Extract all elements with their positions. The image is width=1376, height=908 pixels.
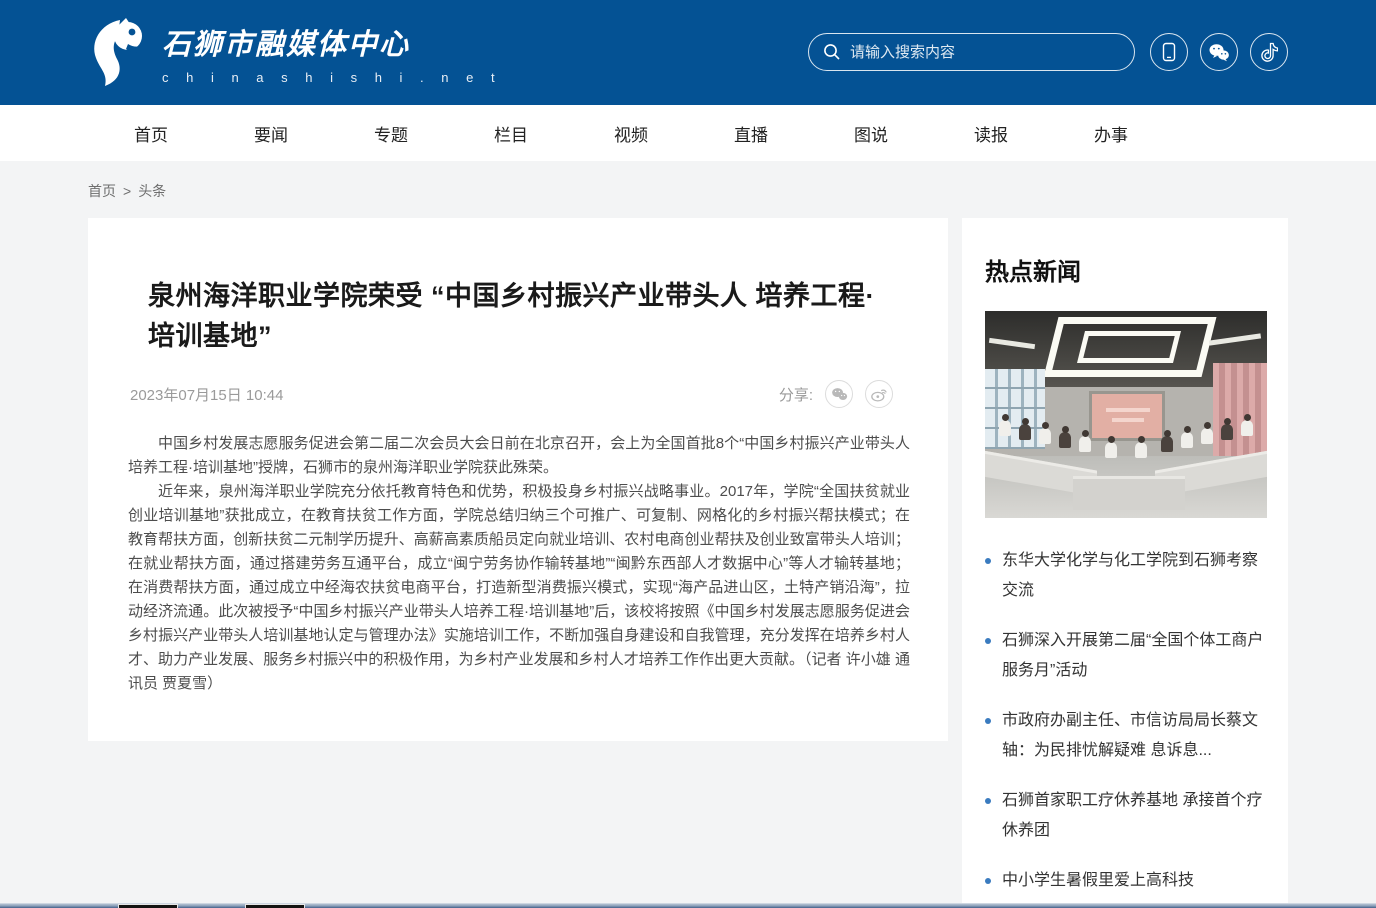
share-label: 分享:: [778, 386, 813, 404]
share-weibo-icon: [870, 387, 888, 402]
hot-news-item[interactable]: 石狮首家职工疗休养基地 承接首个疗休养团: [985, 786, 1270, 846]
search-input[interactable]: [850, 43, 1120, 61]
breadcrumb-current[interactable]: 头条: [138, 181, 166, 201]
nav-item-columns[interactable]: 栏目: [494, 121, 528, 146]
hot-news-title: 热点新闻: [985, 259, 1081, 286]
nav-item-live[interactable]: 直播: [734, 121, 768, 146]
hot-news-item-text: 市政府办副主任、市信访局局长蔡文轴：为民排忧解疑难 息诉息...: [1002, 712, 1259, 759]
nav-item-pictures[interactable]: 图说: [854, 121, 888, 146]
bullet-icon: [985, 718, 991, 724]
nav-item-services[interactable]: 办事: [1094, 121, 1128, 146]
bullet-icon: [985, 558, 991, 564]
footer-thumbnail: [245, 904, 305, 908]
breadcrumb: 首页 > 头条: [88, 161, 1288, 201]
article-paragraph: 近年来，泉州海洋职业学院充分依托教育特色和优势，积极投身乡村振兴战略事业。201…: [128, 483, 910, 692]
wechat-icon: [1208, 43, 1230, 62]
wechat-button[interactable]: [1200, 33, 1238, 71]
share-bar: 分享:: [779, 380, 893, 408]
site-logo[interactable]: 石狮市融媒体中心 c h i n a s h i s h i . n e t: [88, 16, 502, 90]
footer-thumbnail: [118, 904, 178, 908]
article-title: 泉州海洋职业学院荣受 “中国乡村振兴产业带头人 培养工程·培训基地”: [148, 281, 875, 351]
hot-news-photo[interactable]: [985, 311, 1267, 518]
article-card: 泉州海洋职业学院荣受 “中国乡村振兴产业带头人 培养工程·培训基地” 2023年…: [88, 218, 948, 741]
nav-item-special[interactable]: 专题: [374, 121, 408, 146]
hot-news-list: 东华大学化学与化工学院到石狮考察交流 石狮深入开展第二届“全国个体工商户服务月”…: [985, 546, 1270, 896]
main-nav: 首页 要闻 专题 栏目 视频 直播 图说 读报 办事: [0, 105, 1376, 161]
breadcrumb-separator: >: [123, 183, 132, 199]
article-date: 2023年07月15日 10:44: [130, 386, 284, 404]
photo-curtain: [1213, 363, 1267, 463]
lion-logo-icon: [88, 16, 150, 90]
search-icon: [823, 43, 841, 61]
share-weibo-button[interactable]: [865, 380, 893, 408]
article-paragraph: 中国乡村发展志愿服务促进会第二届二次会员大会日前在北京召开，会上为全国首批8个“…: [128, 435, 910, 476]
hot-news-item[interactable]: 市政府办副主任、市信访局局长蔡文轴：为民排忧解疑难 息诉息...: [985, 706, 1270, 766]
hot-news-item-text: 中小学生暑假里爱上高科技: [1002, 872, 1195, 889]
hot-news-panel: 热点新闻 东华大学化学与化工学院到石狮考察交流 石狮深入开展第二届“全国个体工商…: [962, 218, 1288, 908]
hot-news-item[interactable]: 东华大学化学与化工学院到石狮考察交流: [985, 546, 1270, 606]
photo-table-center: [1073, 476, 1185, 510]
hot-news-item[interactable]: 中小学生暑假里爱上高科技: [985, 866, 1270, 896]
bullet-icon: [985, 638, 991, 644]
hot-news-item-text: 石狮首家职工疗休养基地 承接首个疗休养团: [1002, 792, 1263, 839]
share-wechat-icon: [831, 387, 848, 402]
nav-item-video[interactable]: 视频: [614, 121, 648, 146]
bullet-icon: [985, 878, 991, 884]
site-subtitle: c h i n a s h i s h i . n e t: [162, 69, 502, 85]
footer-edge: [0, 903, 1376, 908]
nav-item-home[interactable]: 首页: [134, 121, 168, 146]
article-body: 中国乡村发展志愿服务促进会第二届二次会员大会日前在北京召开，会上为全国首批8个“…: [128, 432, 910, 696]
site-title: 石狮市融媒体中心: [162, 28, 411, 61]
breadcrumb-home[interactable]: 首页: [88, 181, 116, 201]
search-box[interactable]: [808, 33, 1135, 71]
site-header: 石狮市融媒体中心 c h i n a s h i s h i . n e t: [0, 0, 1376, 105]
bullet-icon: [985, 798, 991, 804]
photo-screen: [1089, 391, 1165, 441]
mobile-phone-icon: [1160, 42, 1178, 62]
hot-news-item-text: 东华大学化学与化工学院到石狮考察交流: [1002, 552, 1259, 599]
share-wechat-button[interactable]: [825, 380, 853, 408]
douyin-icon: [1260, 42, 1278, 62]
hot-news-item[interactable]: 石狮深入开展第二届“全国个体工商户服务月”活动: [985, 626, 1270, 686]
douyin-button[interactable]: [1250, 33, 1288, 71]
hot-news-item-text: 石狮深入开展第二届“全国个体工商户服务月”活动: [1002, 632, 1264, 679]
nav-item-news[interactable]: 要闻: [254, 121, 288, 146]
mobile-app-button[interactable]: [1150, 33, 1188, 71]
nav-item-paper[interactable]: 读报: [974, 121, 1008, 146]
